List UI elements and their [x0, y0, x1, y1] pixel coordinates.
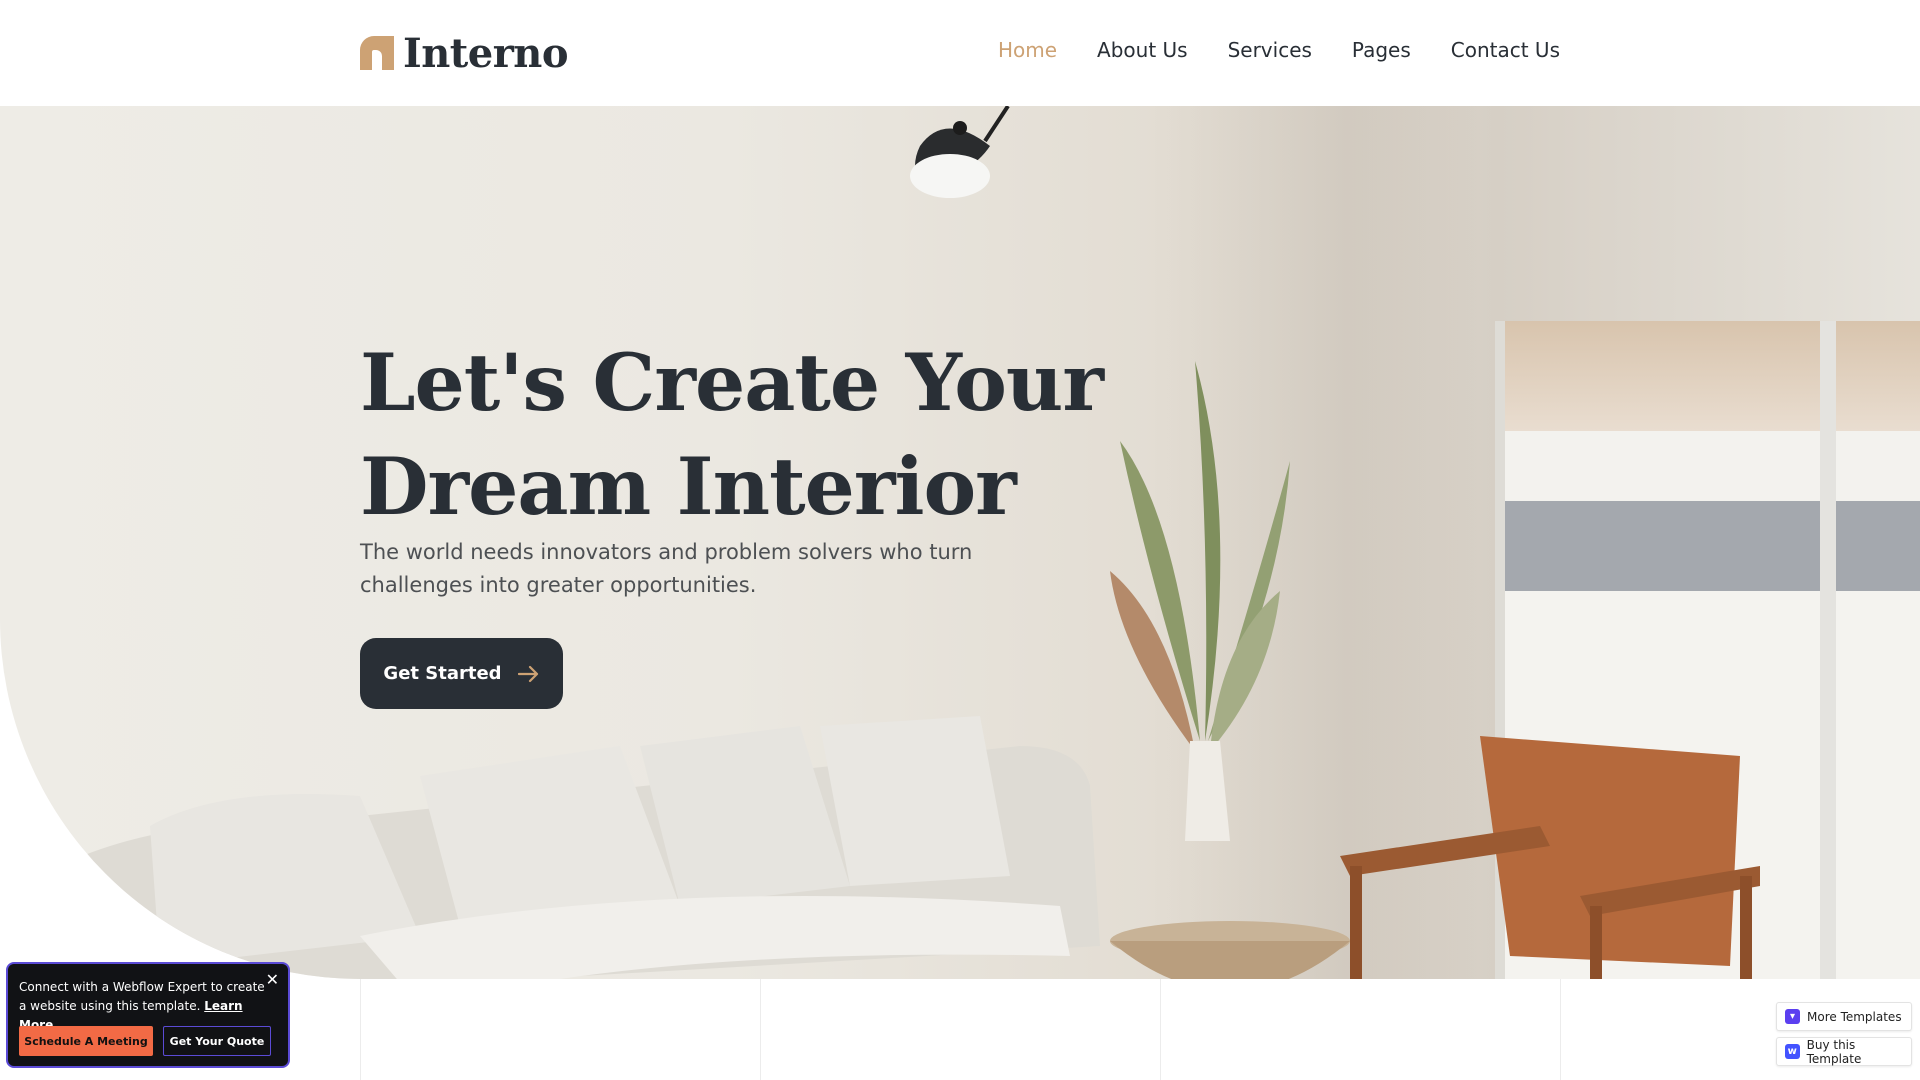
close-icon[interactable]: ✕ — [266, 972, 279, 988]
lamp-illustration — [910, 106, 1010, 198]
arrow-right-icon — [517, 665, 538, 682]
chair-illustration — [1340, 736, 1760, 979]
nav-about-us[interactable]: About Us — [1097, 38, 1188, 62]
hero-title: Let's Create Your Dream Interior — [360, 331, 1120, 539]
bowl-illustration — [1110, 921, 1350, 979]
buy-template-button[interactable]: w Buy this Template — [1776, 1037, 1912, 1066]
hero-section: Let's Create Your Dream Interior The wor… — [0, 106, 1920, 979]
hero-subtitle: The world needs innovators and problem s… — [360, 540, 973, 597]
sofa-illustration — [60, 716, 1100, 979]
logo-icon — [360, 36, 394, 70]
get-started-button[interactable]: Get Started — [360, 638, 563, 709]
hero-title-line-2: Dream Interior — [360, 440, 1017, 533]
get-started-label: Get Started — [383, 663, 502, 684]
get-quote-button[interactable]: Get Your Quote — [163, 1026, 271, 1056]
webflow-icon: w — [1785, 1044, 1800, 1059]
webflow-promo-popup: Connect with a Webflow Expert to create … — [6, 962, 290, 1068]
templates-icon: ▾ — [1785, 1009, 1800, 1024]
logo-text: Interno — [403, 29, 569, 77]
hero-title-line-1: Let's Create Your — [360, 336, 1104, 429]
buy-template-label: Buy this Template — [1806, 1037, 1862, 1066]
schedule-meeting-button[interactable]: Schedule A Meeting — [19, 1026, 153, 1056]
more-templates-label: More Templates — [1807, 1009, 1902, 1024]
main-nav: Home About Us Services Pages Contact Us — [998, 38, 1560, 62]
site-header: Interno Home About Us Services Pages Con… — [0, 0, 1920, 106]
logo[interactable]: Interno — [360, 29, 569, 77]
nav-home[interactable]: Home — [998, 38, 1057, 62]
nav-pages[interactable]: Pages — [1352, 38, 1411, 62]
nav-contact-us[interactable]: Contact Us — [1451, 38, 1560, 62]
nav-services[interactable]: Services — [1228, 38, 1312, 62]
more-templates-button[interactable]: ▾ More Templates — [1776, 1002, 1912, 1031]
